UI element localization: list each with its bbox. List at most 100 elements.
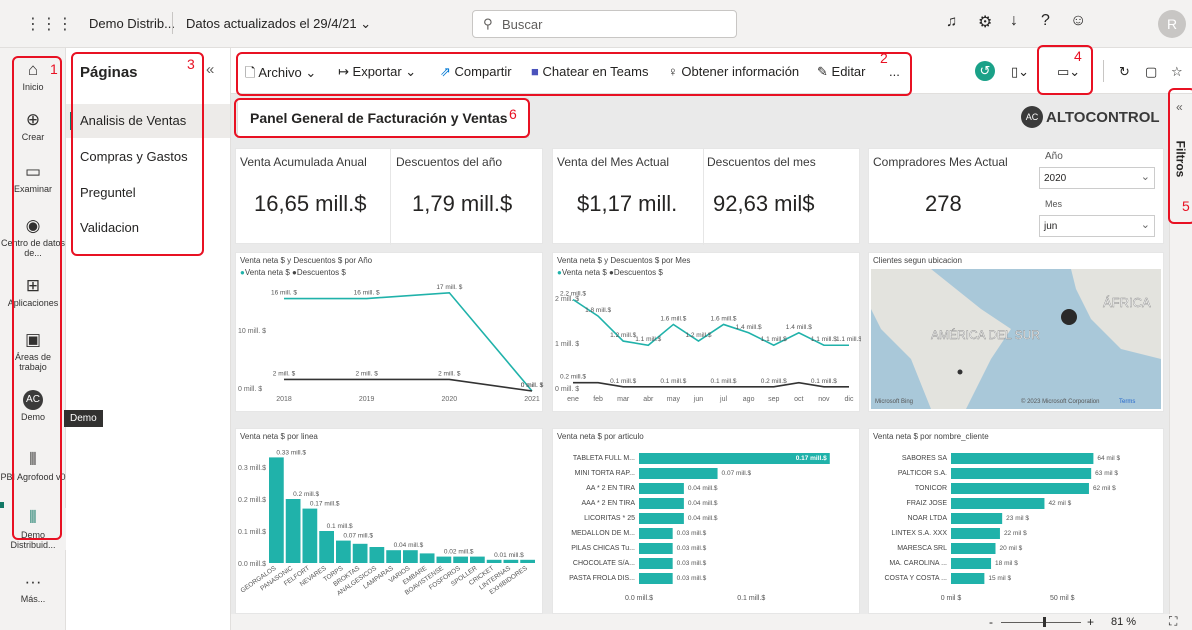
chart-venta-linea[interactable]: Venta neta $ por linea 0.3 mill.$ 0.2 mil…: [235, 428, 543, 614]
year-slicer[interactable]: 2020 ⌄: [1039, 167, 1155, 189]
top-bar: ⋮⋮⋮ Demo Distrib... Datos actualizados e…: [0, 0, 1192, 48]
chart-title: Venta neta $ por linea: [240, 432, 318, 441]
map-terms-link[interactable]: Terms: [1119, 399, 1135, 405]
x-tick-label: dic: [845, 396, 854, 403]
annotation-box: [234, 98, 530, 138]
chart-mapa[interactable]: Clientes segun ubicacion AMÉRICA DEL SUR…: [868, 252, 1164, 412]
chart-venta-cliente[interactable]: Venta neta $ por nombre_cliente SABORES …: [868, 428, 1164, 614]
bar: [470, 556, 485, 563]
y-tick-label: 0 mill. $: [238, 386, 262, 393]
chart-venta-mensual[interactable]: Venta neta $ y Descuentos $ por Mes ●Ven…: [552, 252, 861, 412]
divider: [1103, 60, 1104, 82]
category-label: PALTICOR S.A.: [898, 470, 947, 477]
map-credit: © 2023 Microsoft Corporation: [1021, 398, 1099, 405]
reload-icon[interactable]: ↻: [1119, 64, 1130, 80]
fit-page-icon[interactable]: ⛶: [1169, 614, 1177, 629]
help-icon[interactable]: ?: [1041, 12, 1050, 30]
category-label: TABLETA FULL M...: [573, 455, 635, 462]
map-view[interactable]: AMÉRICA DEL SUR ÁFRICA Microsoft Bing © …: [871, 269, 1161, 409]
data-label: 2 mill. $: [273, 370, 296, 377]
kpi-card-anual: Venta Acumulada Anual 16,65 mill.$ Descu…: [235, 148, 543, 245]
zoom-in-icon[interactable]: +: [1087, 615, 1094, 629]
bar: [951, 483, 1089, 494]
chart-venta-anual[interactable]: Venta neta $ y Descuentos $ por Año ●Ven…: [235, 252, 544, 412]
kpi-label: Venta del Mes Actual: [557, 155, 670, 169]
bookmark-icon[interactable]: ▯⌄: [1011, 64, 1029, 80]
data-updated-dropdown[interactable]: Datos actualizados el 29/4/21 ⌄: [186, 16, 371, 32]
chart-title: Venta neta $ y Descuentos $ por Año: [240, 256, 373, 265]
legend-item: Venta neta $: [561, 268, 607, 277]
avatar[interactable]: R: [1158, 10, 1186, 38]
kpi-value: 1,79 mill.$: [412, 191, 513, 216]
zoom-level: 81 %: [1111, 616, 1137, 628]
x-tick-label: nov: [818, 396, 830, 403]
data-label: 0.1 mill.$: [711, 378, 737, 385]
year-slicer-label: Año: [1045, 151, 1063, 162]
data-label: 0.04 mill.$: [688, 500, 718, 507]
data-label: 18 mil $: [995, 560, 1018, 567]
line-chart-svg: 2 mill. $1 mill. $0 mill. $ene feb mar abr m…: [555, 290, 861, 403]
data-label: 1.8 mill.$: [585, 307, 611, 314]
x-tick-label: 2018: [276, 396, 292, 403]
category-label: MEDALLON DE M...: [571, 530, 635, 537]
data-label: 1.4 mill.$: [786, 324, 812, 331]
map-point[interactable]: [957, 369, 963, 375]
data-updated-label: Datos actualizados el 29/4/21: [186, 16, 357, 31]
kpi-value: 278: [925, 191, 962, 216]
chart-title: Clientes segun ubicacion: [873, 256, 962, 265]
data-label: 62 mil $: [1093, 485, 1116, 492]
comment-icon[interactable]: ▢: [1145, 64, 1157, 80]
category-label: FRAIZ JOSE: [907, 500, 948, 507]
logo-icon: AC: [1021, 106, 1043, 128]
y-tick-label: 0 mill. $: [555, 386, 579, 393]
search-box[interactable]: ⚲ Buscar: [472, 10, 737, 38]
zoom-handle[interactable]: [1043, 617, 1046, 627]
nav-mas[interactable]: ··· Más...: [0, 572, 66, 604]
chart-title: Venta neta $ y Descuentos $ por Mes: [557, 256, 691, 265]
legend-item: Venta neta $: [244, 268, 290, 277]
data-label: 1.1 mill.$: [811, 336, 837, 343]
data-label: 15 mil $: [988, 575, 1011, 582]
category-label: MARESCA SRL: [897, 545, 947, 552]
bar: [336, 540, 351, 563]
refresh-status-icon[interactable]: ↺: [975, 61, 995, 81]
chart-venta-articulo[interactable]: Venta neta $ por articulo TABLETA FULL M…: [552, 428, 860, 614]
x-tick-label: 0 mil $: [941, 595, 962, 602]
data-label: 16 mill. $: [271, 290, 297, 297]
data-label: 0.17 mill.$: [796, 455, 827, 462]
series-line: [284, 291, 533, 392]
data-label: 1.1 mill.$: [635, 336, 661, 343]
data-label: 0.04 mill.$: [688, 515, 718, 522]
bar: [951, 543, 996, 554]
map-bubble[interactable]: [1061, 309, 1077, 325]
gear-icon[interactable]: ⚙: [978, 12, 992, 32]
app-launcher-icon[interactable]: ⋮⋮⋮: [25, 14, 73, 34]
search-input[interactable]: Buscar: [502, 17, 542, 32]
category-label: SABORES SA: [902, 455, 947, 462]
bar: [951, 498, 1045, 509]
download-icon[interactable]: ↓: [1010, 12, 1018, 30]
feedback-icon[interactable]: ☺: [1070, 12, 1086, 30]
star-icon[interactable]: ☆: [1171, 64, 1183, 80]
data-label: 0.2 mill.$: [560, 374, 586, 381]
chevron-down-icon: ⌄: [360, 16, 372, 31]
zoom-slider[interactable]: [1001, 622, 1081, 623]
kpi-label: Descuentos del año: [396, 155, 503, 169]
bar: [951, 573, 985, 584]
bar: [369, 547, 385, 563]
chart-title: Venta neta $ por articulo: [557, 432, 644, 441]
app-name[interactable]: Demo Distrib...: [89, 16, 175, 31]
bar: [436, 556, 452, 563]
data-label: 2 mill. $: [438, 370, 461, 377]
logo-text: ALTOCONTROL: [1046, 109, 1160, 126]
bell-icon[interactable]: ♫: [946, 13, 957, 30]
month-slicer[interactable]: jun ⌄: [1039, 215, 1155, 237]
data-label: 1.1 mill.$: [761, 336, 787, 343]
bar: [639, 513, 684, 524]
x-tick-label: 0.1 mill.$: [737, 595, 765, 602]
bar: [503, 559, 519, 563]
search-icon: ⚲: [483, 16, 493, 31]
zoom-out-icon[interactable]: -: [989, 615, 993, 629]
chart-title: Venta neta $ por nombre_cliente: [873, 432, 989, 441]
collapse-icon[interactable]: «: [206, 61, 214, 78]
